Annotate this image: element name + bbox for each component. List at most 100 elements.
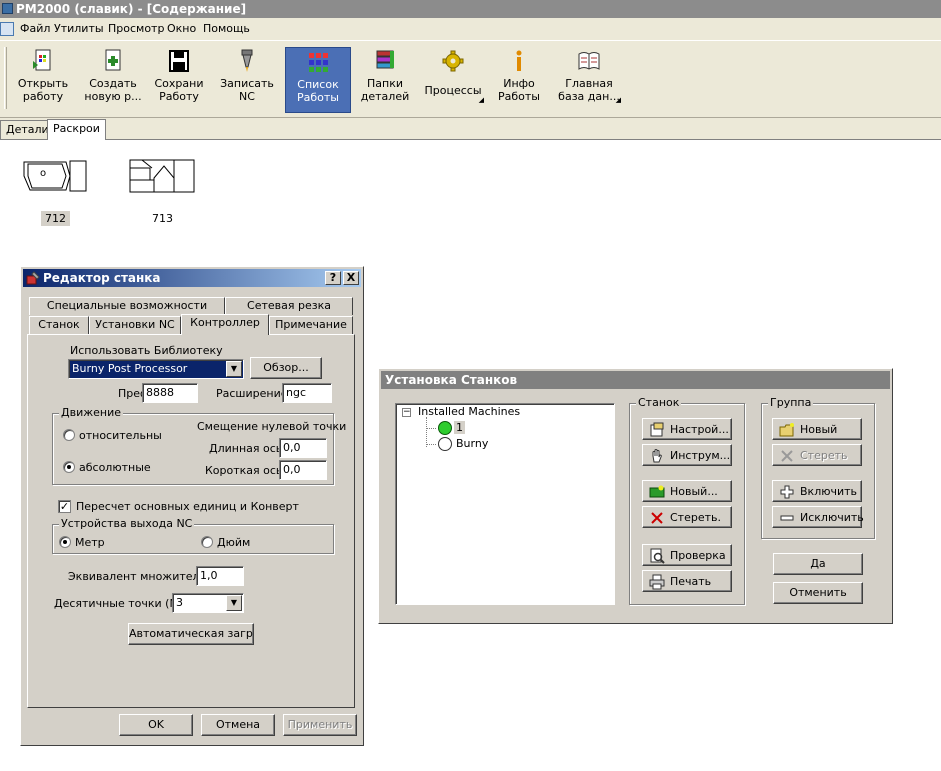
tab-nc-settings[interactable]: Установки NC [89, 316, 181, 334]
dropdown-arrow-icon[interactable]: ◢ [616, 94, 621, 107]
use-library-label: Использовать Библиотеку [70, 344, 223, 357]
processes-icon [442, 50, 464, 72]
menu-window[interactable]: Окно [163, 18, 200, 40]
close-button[interactable]: X [343, 271, 359, 285]
main-database-label-1: Главная [565, 77, 613, 90]
svg-text:o: o [40, 168, 46, 179]
prefix-input[interactable]: 8888 [142, 383, 198, 403]
job-info-label-1: Инфо [503, 77, 535, 90]
dropdown-arrow-icon[interactable]: ◢ [479, 94, 484, 107]
chevron-down-icon[interactable]: ▼ [226, 595, 242, 611]
main-database-icon [578, 52, 600, 70]
document-window-icon[interactable] [0, 22, 14, 36]
check-button[interactable]: Проверка [642, 544, 732, 566]
tree-root-installed-machines[interactable]: Installed Machines [418, 405, 520, 418]
thumbnail-label-712[interactable]: 712 [41, 211, 70, 226]
ok-button[interactable]: OK [119, 714, 193, 736]
relative-label: относительны [79, 429, 162, 442]
metric-label: Метр [75, 536, 105, 549]
nc-output-group: Устройства выхода NC Метр Дюйм [52, 517, 334, 554]
long-axis-input[interactable]: 0,0 [279, 438, 327, 458]
nest-thumbnail-713[interactable] [128, 158, 196, 197]
menu-help[interactable]: Помощь [199, 18, 254, 40]
tab-note[interactable]: Примечание [269, 316, 353, 334]
include-button[interactable]: Включить [772, 480, 862, 502]
tools-button[interactable]: Инструм... [642, 444, 732, 466]
metric-radio[interactable] [59, 536, 71, 548]
absolute-radio[interactable] [63, 461, 75, 473]
part-folders-button[interactable]: Папки деталей [352, 47, 418, 113]
decimals-select[interactable]: 3 ▼ [172, 593, 244, 613]
settings-button[interactable]: Настрой... [642, 418, 732, 440]
part-folders-label-1: Папки [367, 77, 403, 90]
help-button[interactable]: ? [325, 271, 341, 285]
window-title: PM2000 (славик) - [Содержание] [16, 2, 247, 16]
machines-tree[interactable]: − Installed Machines 1 Burny [395, 403, 615, 605]
thumbnail-label-713[interactable]: 713 [148, 211, 177, 226]
decimals-select-value: 3 [176, 596, 183, 609]
tree-node-machine-burny[interactable]: Burny [456, 437, 488, 450]
tree-node-machine-1[interactable]: 1 [454, 421, 465, 434]
machine-editor-titlebar[interactable]: Редактор станка ? X [23, 269, 361, 287]
print-label: Печать [670, 575, 712, 588]
machine-editor-title: Редактор станка [43, 271, 161, 285]
cancel-setup-button[interactable]: Отменить [773, 582, 863, 604]
job-info-label-2: Работы [498, 90, 540, 103]
tab-controller[interactable]: Контроллер [181, 314, 269, 335]
group-group-title: Группа [768, 396, 814, 409]
autoload-button[interactable]: Автоматическая загрузк [128, 623, 254, 645]
new-group-button[interactable]: Новый [772, 418, 862, 440]
recalc-units-checkbox[interactable]: ✓ [58, 500, 71, 513]
menu-bar: Файл Утилиты Просмотр Окно Помощь [0, 18, 941, 40]
machine-setup-titlebar[interactable]: Установка Станков [381, 371, 890, 389]
machine-setup-dialog: Установка Станков − Installed Machines 1… [378, 368, 893, 624]
short-axis-input[interactable]: 0,0 [279, 460, 327, 480]
window-title-bar[interactable]: PM2000 (славик) - [Содержание] [0, 0, 941, 18]
processes-button[interactable]: Процессы ◢ [420, 47, 486, 113]
write-nc-label-2: NC [239, 90, 255, 103]
magnifier-icon [650, 548, 665, 564]
open-work-button[interactable]: Открыть работу [10, 47, 76, 113]
tab-network-cutting[interactable]: Сетевая резка [225, 297, 353, 315]
write-nc-button[interactable]: Записать NC [214, 47, 280, 113]
save-work-button[interactable]: Сохрани Работу [146, 47, 212, 113]
main-database-button[interactable]: Главная база дан... ◢ [555, 47, 623, 113]
machine-wrench-icon [26, 271, 40, 285]
delete-machine-label: Стереть. [670, 511, 721, 524]
delete-icon [781, 450, 793, 462]
yes-button[interactable]: Да [773, 553, 863, 575]
collapse-icon[interactable]: − [402, 408, 411, 417]
cancel-button[interactable]: Отмена [201, 714, 275, 736]
tab-nests[interactable]: Раскрои [47, 119, 106, 140]
nest-thumbnail-712[interactable]: o [22, 160, 88, 195]
extension-label: Расширение [216, 387, 288, 400]
exclude-button[interactable]: Исключить [772, 506, 864, 528]
tab-special-features[interactable]: Специальные возможности [29, 297, 225, 315]
job-info-icon [516, 50, 522, 71]
tab-machine[interactable]: Станок [29, 316, 89, 334]
library-select[interactable]: Burny Post Processor ▼ [68, 359, 244, 379]
delete-machine-button[interactable]: Стереть. [642, 506, 732, 528]
new-work-icon [105, 49, 121, 71]
new-work-button[interactable]: Создать новую р... [80, 47, 146, 113]
job-list-label-1: Список [297, 78, 339, 91]
relative-radio[interactable] [63, 429, 75, 441]
browse-button[interactable]: Обзор... [250, 357, 322, 379]
multiplier-input[interactable]: 1,0 [196, 566, 244, 586]
apply-button[interactable]: Применить [283, 714, 357, 736]
print-button[interactable]: Печать [642, 570, 732, 592]
open-work-label-1: Открыть [17, 77, 69, 90]
menu-view[interactable]: Просмотр [104, 18, 168, 40]
inch-radio[interactable] [201, 536, 213, 548]
machine-editor-dialog: Редактор станка ? X Специальные возможно… [20, 266, 364, 746]
job-info-button[interactable]: Инфо Работы [486, 47, 552, 113]
new-machine-button[interactable]: Новый... [642, 480, 732, 502]
menu-file[interactable]: Файл [16, 18, 54, 40]
job-list-button[interactable]: Список Работы [285, 47, 351, 113]
app-icon [2, 3, 13, 14]
extension-input[interactable]: ngc [282, 383, 332, 403]
chevron-down-icon[interactable]: ▼ [226, 361, 242, 377]
toolbar-grip[interactable] [4, 47, 7, 109]
menu-utilities[interactable]: Утилиты [50, 18, 108, 40]
delete-group-button[interactable]: Стереть [772, 444, 862, 466]
